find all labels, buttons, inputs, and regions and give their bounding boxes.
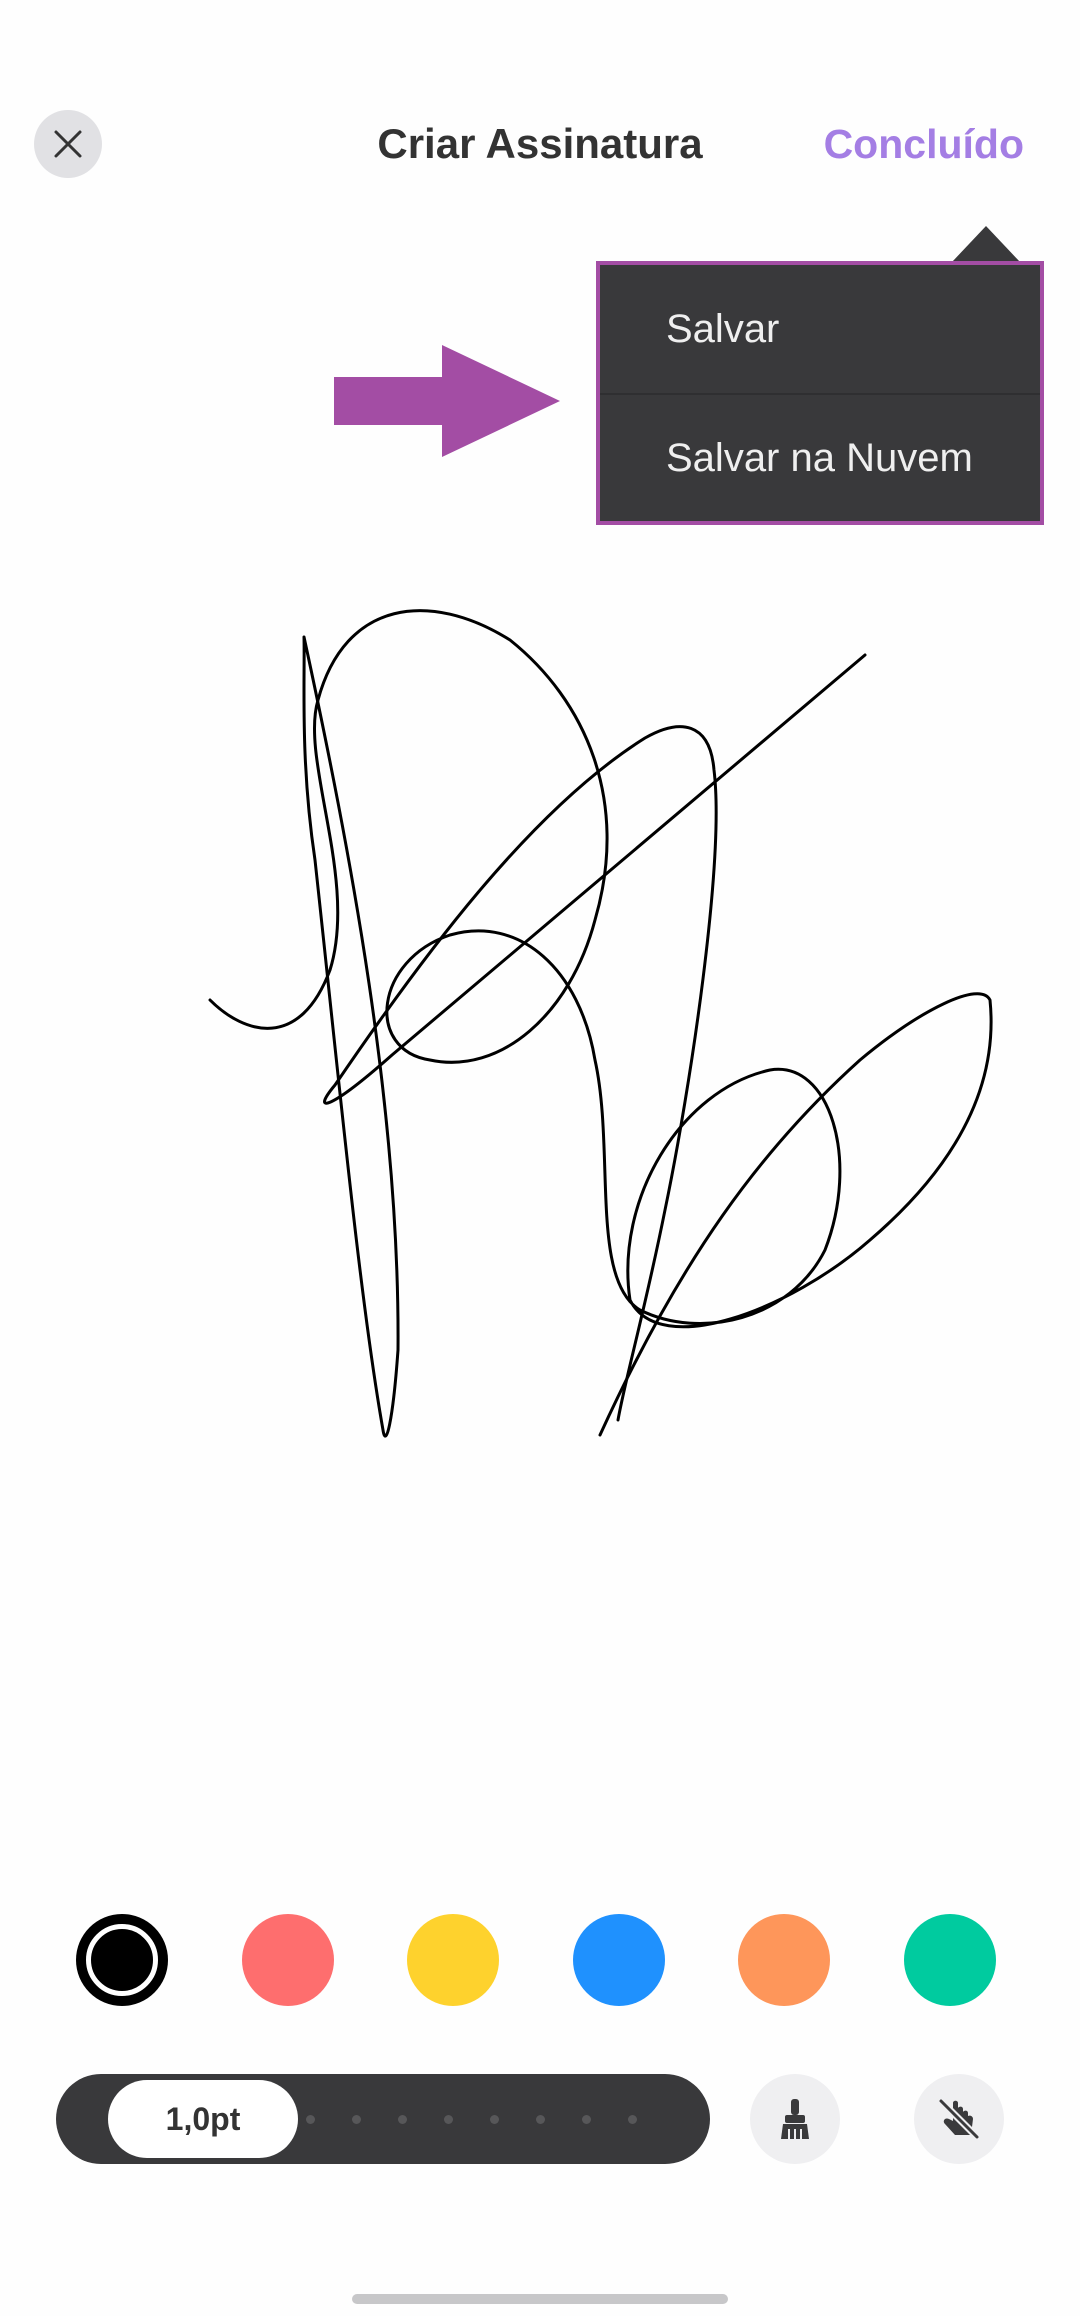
- slider-tick: [582, 2115, 591, 2124]
- slider-tick: [628, 2115, 637, 2124]
- signature-stroke: [208, 609, 993, 1438]
- color-swatch-red[interactable]: [242, 1914, 334, 2006]
- stroke-width-slider[interactable]: 1,0pt: [56, 2074, 710, 2164]
- slider-tick: [444, 2115, 453, 2124]
- slider-tick: [536, 2115, 545, 2124]
- stroke-width-thumb[interactable]: 1,0pt: [108, 2080, 298, 2158]
- menu-item-save[interactable]: Salvar: [600, 265, 1040, 393]
- slider-tick: [306, 2115, 315, 2124]
- home-indicator[interactable]: [352, 2294, 728, 2304]
- hand-stylus-off-icon: [937, 2097, 981, 2141]
- brush-button[interactable]: [750, 2074, 840, 2164]
- color-swatch-blue[interactable]: [573, 1914, 665, 2006]
- color-swatch-black[interactable]: [76, 1914, 168, 2006]
- menu-item-label: Salvar na Nuvem: [666, 435, 973, 480]
- create-signature-screen: Criar Assinatura Concluído Salvar Salvar…: [0, 0, 1080, 2316]
- done-button[interactable]: Concluído: [824, 116, 1024, 172]
- menu-item-save-to-cloud[interactable]: Salvar na Nuvem: [600, 393, 1040, 521]
- arrow-right-icon: [334, 345, 560, 457]
- slider-tick: [352, 2115, 361, 2124]
- signature-canvas[interactable]: [0, 560, 1080, 1860]
- menu-caret: [952, 226, 1020, 262]
- color-swatch-orange[interactable]: [738, 1914, 830, 2006]
- color-swatch-green[interactable]: [904, 1914, 996, 2006]
- brush-icon: [781, 2099, 809, 2139]
- color-swatch-yellow[interactable]: [407, 1914, 499, 2006]
- slider-tick: [490, 2115, 499, 2124]
- stroke-width-label: 1,0pt: [165, 2100, 241, 2137]
- color-palette: [0, 1914, 1080, 2006]
- save-options-menu: Salvar Salvar na Nuvem: [596, 261, 1044, 525]
- stylus-only-button[interactable]: [914, 2074, 1004, 2164]
- menu-item-label: Salvar: [666, 306, 780, 351]
- slider-tick: [398, 2115, 407, 2124]
